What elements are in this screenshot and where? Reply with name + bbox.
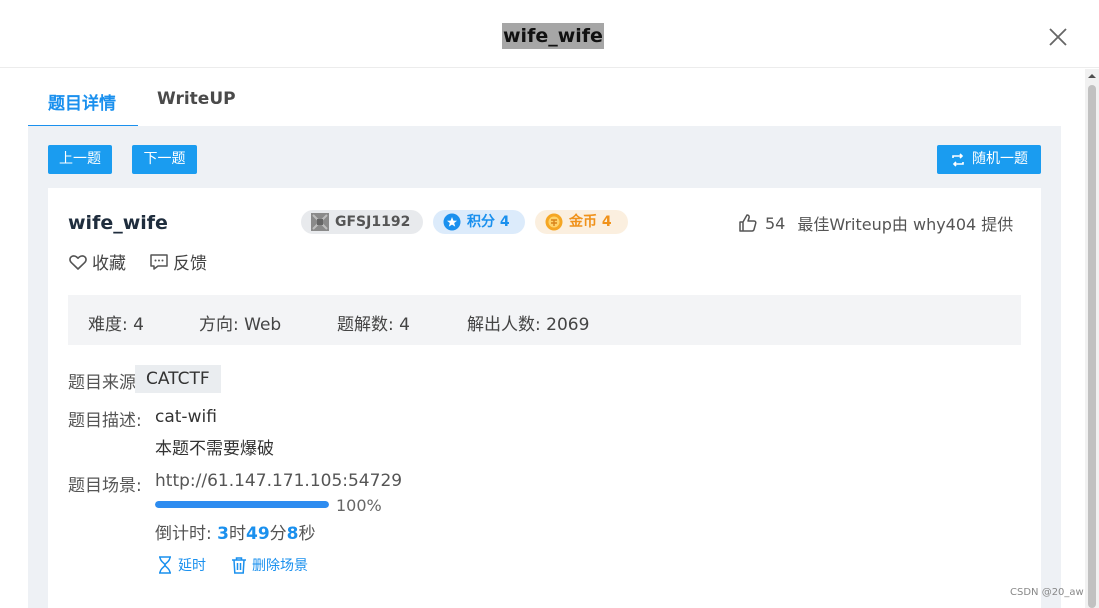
score-badge: 积分 4 bbox=[433, 210, 525, 234]
direction-stat: 方向: Web bbox=[199, 315, 282, 335]
gold-coin-icon bbox=[545, 213, 563, 231]
feedback-label: 反馈 bbox=[173, 254, 207, 274]
delete-scene-label: 删除场景 bbox=[252, 558, 308, 574]
score-value: 积分 4 bbox=[467, 214, 510, 230]
content-area: 上一题 下一题 随机一题 wife_wife GFSJ1192 积分 4 金币 … bbox=[28, 126, 1061, 608]
countdown-label: 倒计时: bbox=[155, 524, 212, 544]
tab-writeup[interactable]: WriteUP bbox=[157, 89, 236, 109]
countdown-hours: 3 bbox=[217, 524, 229, 544]
scrollbar-thumb[interactable] bbox=[1088, 85, 1096, 608]
tab-bar: 题目详情 WriteUP bbox=[28, 75, 1061, 127]
tab-question-details[interactable]: 题目详情 bbox=[48, 89, 116, 114]
scene-progress-bar bbox=[155, 501, 329, 508]
prev-question-button[interactable]: 上一题 bbox=[48, 145, 112, 174]
scene-url[interactable]: http://61.147.171.105:54729 bbox=[155, 471, 402, 491]
feedback-icon bbox=[150, 253, 168, 270]
hourglass-icon bbox=[159, 556, 171, 574]
source-tag[interactable]: CATCTF bbox=[135, 365, 221, 393]
favorite-label: 收藏 bbox=[92, 254, 126, 274]
score-icon bbox=[443, 213, 461, 231]
countdown-seconds: 8 bbox=[286, 524, 299, 544]
shuffle-icon bbox=[952, 152, 964, 167]
source-label: 题目来源: bbox=[68, 373, 142, 393]
countdown-hours-unit: 时 bbox=[228, 524, 246, 544]
close-icon bbox=[1049, 28, 1067, 46]
best-writeup-info: 最佳Writeup由 why404 提供 bbox=[797, 215, 1014, 234]
scene-progress-text: 100% bbox=[336, 496, 382, 515]
countdown-minutes: 49 bbox=[245, 524, 270, 544]
dialog-title: wife_wife bbox=[502, 23, 604, 49]
question-title: wife_wife bbox=[68, 212, 168, 234]
likes-info: 54 最佳Writeup由 why404 提供 bbox=[738, 211, 1013, 235]
feedback-button[interactable]: 反馈 bbox=[149, 249, 207, 274]
difficulty-stat: 难度: 4 bbox=[88, 315, 144, 335]
solves-stat: 题解数: 4 bbox=[337, 315, 410, 335]
random-question-button[interactable]: 随机一题 bbox=[937, 145, 1041, 174]
extend-time-label: 延时 bbox=[178, 558, 206, 574]
favorite-button[interactable]: 收藏 bbox=[68, 249, 126, 274]
description-label: 题目描述: bbox=[68, 411, 142, 431]
next-question-button[interactable]: 下一题 bbox=[132, 145, 197, 174]
watermark: CSDN @20_aw bbox=[1010, 587, 1084, 598]
gold-value: 金币 4 bbox=[569, 214, 612, 230]
scrollbar[interactable] bbox=[1085, 69, 1099, 608]
random-question-label: 随机一题 bbox=[972, 151, 1028, 167]
question-code-badge: GFSJ1192 bbox=[301, 210, 423, 234]
close-button[interactable] bbox=[1046, 25, 1070, 49]
trash-icon bbox=[232, 557, 246, 574]
stats-bar: 难度: 4 方向: Web 题解数: 4 解出人数: 2069 bbox=[68, 295, 1021, 345]
question-code: GFSJ1192 bbox=[335, 214, 411, 230]
heart-icon bbox=[69, 254, 87, 270]
countdown: 倒计时: 3时49分8秒 bbox=[155, 519, 316, 544]
question-card: wife_wife GFSJ1192 积分 4 金币 4 54 最佳Writeu… bbox=[48, 188, 1041, 608]
solvers-stat: 解出人数: 2069 bbox=[467, 315, 590, 335]
avatar-icon bbox=[311, 213, 329, 231]
scene-progress-fill bbox=[155, 501, 329, 508]
likes-count: 54 bbox=[765, 213, 786, 233]
gold-badge: 金币 4 bbox=[535, 210, 628, 234]
delete-scene-button[interactable]: 删除场景 bbox=[231, 555, 308, 575]
scene-label: 题目场景: bbox=[68, 476, 142, 496]
extend-time-button[interactable]: 延时 bbox=[157, 555, 206, 575]
dialog-header: wife_wife bbox=[0, 0, 1099, 68]
description-line-2: 本题不需要爆破 bbox=[155, 439, 274, 459]
countdown-seconds-unit: 秒 bbox=[298, 524, 316, 544]
thumbs-up-icon[interactable] bbox=[738, 213, 758, 233]
description-line-1: cat-wifi bbox=[155, 407, 217, 427]
countdown-minutes-unit: 分 bbox=[269, 524, 287, 544]
scroll-up-arrow-icon[interactable] bbox=[1085, 69, 1099, 83]
